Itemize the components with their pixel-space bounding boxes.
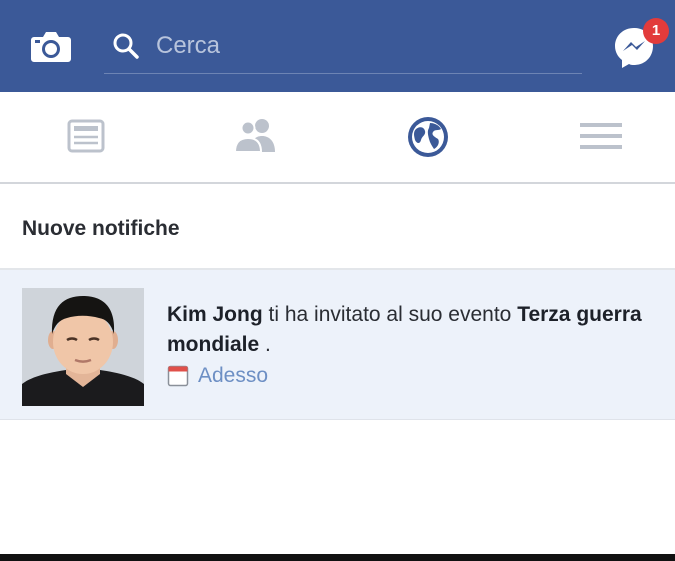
menu-icon [580, 123, 622, 149]
tab-news-feed[interactable] [64, 114, 114, 158]
notification-badge: 1 [643, 18, 669, 44]
notification-time: Adesso [198, 364, 269, 387]
top-bar: Cerca 1 [0, 0, 675, 92]
notification-text: Kim Jong ti ha invitato al suo evento Te… [167, 300, 647, 360]
tab-bar [0, 92, 675, 184]
notification-suffix: . [265, 333, 271, 356]
tab-notifications[interactable] [405, 114, 455, 158]
calendar-icon [167, 365, 189, 387]
notification-item[interactable]: Kim Jong ti ha invitato al suo evento Te… [0, 270, 675, 420]
news-feed-icon [67, 119, 105, 153]
tab-friends[interactable] [231, 114, 281, 158]
search-placeholder: Cerca [156, 32, 221, 59]
section-title: Nuove notifiche [22, 217, 180, 240]
camera-icon[interactable] [30, 29, 72, 63]
notification-actor[interactable]: Kim Jong [167, 303, 263, 326]
globe-icon [408, 117, 448, 157]
tab-menu[interactable] [578, 114, 628, 158]
search-icon [112, 32, 140, 60]
notification-message: ti ha invitato al suo evento [268, 303, 512, 326]
friends-icon [233, 119, 275, 153]
bottom-edge [0, 554, 675, 561]
avatar [22, 288, 144, 406]
search-input[interactable]: Cerca [104, 22, 582, 74]
